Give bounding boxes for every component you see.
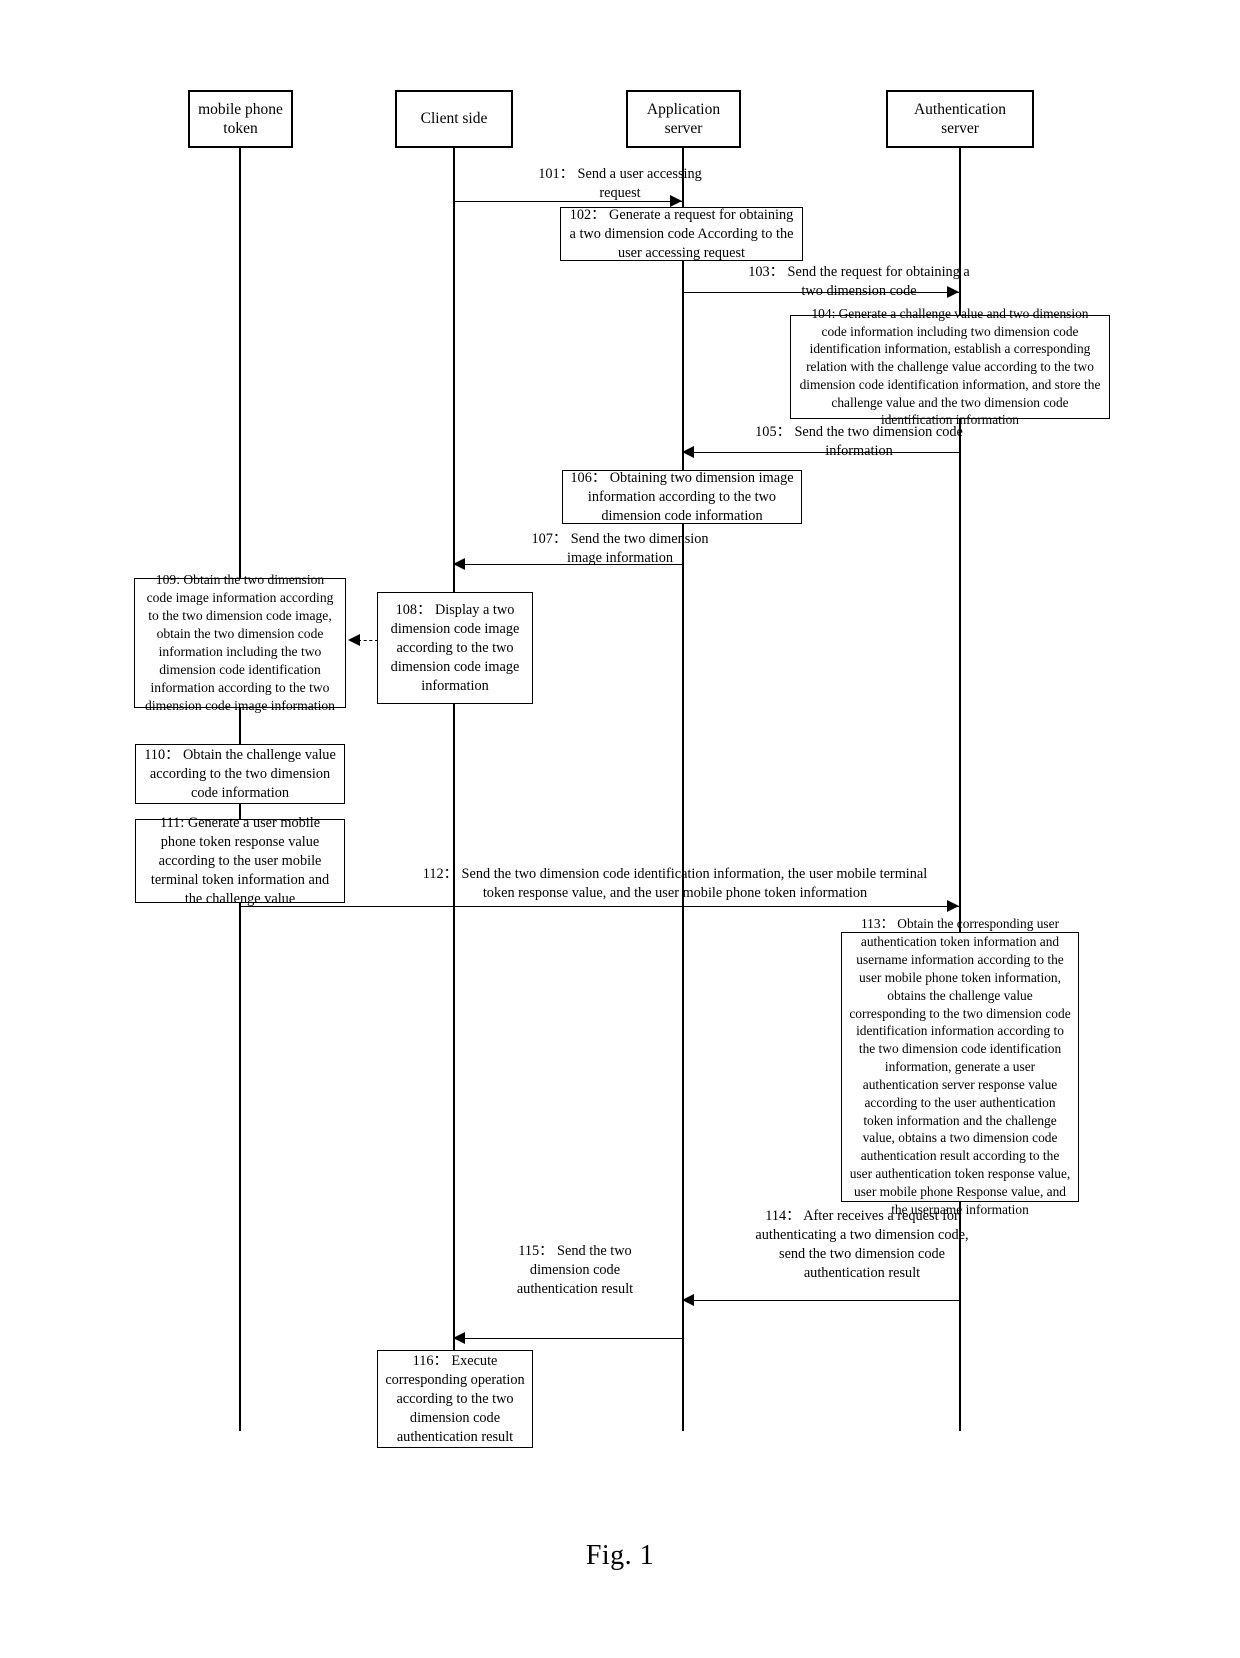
- lifeline-label-authentication-server: Authentication server: [913, 100, 1007, 137]
- message-line-115: [455, 1338, 683, 1339]
- message-arrowhead-107: [453, 558, 465, 570]
- figure-caption: Fig. 1: [585, 1540, 655, 1571]
- message-arrowhead-112: [947, 900, 959, 912]
- message-line-101: [454, 201, 682, 202]
- process-text-104: 104: Generate a challenge value and two …: [799, 306, 1101, 428]
- process-text-111: 111: Generate a user mobile phone token …: [150, 814, 330, 907]
- lifeline-label-mobile-phone-token: mobile phone token: [198, 100, 283, 137]
- process-box-110: 110： Obtain the challenge value accordin…: [135, 744, 345, 804]
- process-text-110: 110： Obtain the challenge value accordin…: [144, 746, 336, 801]
- process-box-106: 106： Obtaining two dimension image infor…: [562, 470, 802, 524]
- message-label-114: 114： After receives a request for authen…: [755, 1208, 969, 1281]
- message-line-107: [455, 564, 683, 565]
- lifeline-label-application-server: Application server: [646, 100, 721, 137]
- process-box-108: 108： Display a two dimension code image …: [377, 592, 533, 704]
- message-arrowhead-108-to-109: [348, 634, 360, 646]
- lifeline-label-client-side: Client side: [420, 110, 488, 128]
- message-arrowhead-103: [947, 286, 959, 298]
- message-arrowhead-114: [682, 1294, 694, 1306]
- message-line-103: [683, 292, 959, 293]
- message-label-105: 105： Send the two dimension code informa…: [755, 424, 963, 459]
- message-line-114: [684, 1300, 961, 1301]
- message-arrowhead-105: [682, 446, 694, 458]
- message-line-105: [683, 452, 960, 453]
- process-box-102: 102： Generate a request for obtaining a …: [560, 207, 803, 261]
- process-text-113: 113： Obtain the corresponding user authe…: [849, 916, 1071, 1217]
- message-label-103: 103： Send the request for obtaining a tw…: [748, 264, 970, 299]
- patent-figure-page: mobile phone token Client side Applicati…: [0, 0, 1240, 1658]
- process-text-116: 116： Execute corresponding operation acc…: [385, 1352, 525, 1445]
- process-text-109: 109: Obtain the two dimension code image…: [145, 571, 335, 714]
- lifeline-header-mobile-phone-token: mobile phone token: [188, 90, 293, 148]
- lifeline-client-side: [453, 148, 455, 1448]
- process-box-111: 111: Generate a user mobile phone token …: [135, 815, 345, 907]
- lifeline-header-client-side: Client side: [395, 90, 513, 148]
- message-line-108-to-109: [358, 640, 378, 641]
- process-text-108: 108： Display a two dimension code image …: [390, 601, 520, 694]
- process-box-116: 116： Execute corresponding operation acc…: [377, 1350, 533, 1448]
- process-box-109: 109: Obtain the two dimension code image…: [134, 572, 346, 713]
- process-box-113: 113： Obtain the corresponding user authe…: [841, 916, 1079, 1217]
- lifeline-header-authentication-server: Authentication server: [886, 90, 1034, 148]
- message-label-115: 115： Send the two dimension code authent…: [516, 1243, 634, 1297]
- process-box-104: 104: Generate a challenge value and two …: [790, 306, 1110, 427]
- process-text-106: 106： Obtaining two dimension image infor…: [570, 469, 794, 524]
- lifeline-application-server: [682, 148, 684, 1431]
- message-label-107: 107： Send the two dimension image inform…: [531, 531, 709, 566]
- message-arrowhead-115: [453, 1332, 465, 1344]
- message-label-112: 112： Send the two dimension code identif…: [422, 866, 928, 902]
- process-text-102: 102： Generate a request for obtaining a …: [569, 206, 794, 261]
- message-label-101: 101： Send a user accessing request: [538, 166, 702, 201]
- lifeline-header-application-server: Application server: [626, 90, 741, 148]
- message-line-112: [240, 906, 959, 907]
